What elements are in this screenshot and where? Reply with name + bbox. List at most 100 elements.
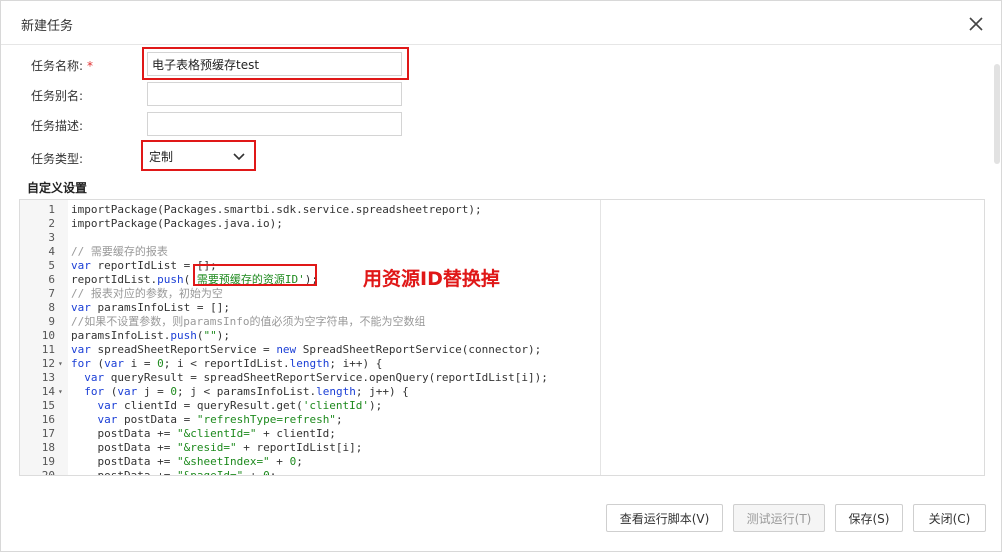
code-line[interactable]: 18 postData += "&resid=" + reportIdList[… bbox=[20, 441, 980, 455]
code-line[interactable]: 3 bbox=[20, 231, 980, 245]
code-token: + reportIdList[i]; bbox=[236, 441, 363, 454]
code-text: // 报表对应的参数，初始为空 bbox=[71, 287, 223, 301]
code-text: for (var j = 0; j < paramsInfoList.lengt… bbox=[71, 385, 409, 399]
code-token: var bbox=[71, 343, 91, 356]
code-token: paramsInfoList = []; bbox=[90, 301, 230, 314]
code-token: SpreadSheetReportService(connector); bbox=[296, 343, 542, 356]
task-alias-input[interactable] bbox=[147, 82, 402, 106]
code-line[interactable]: 11 var spreadSheetReportService = new Spr… bbox=[20, 343, 980, 357]
scrollbar-thumb[interactable] bbox=[994, 64, 1000, 164]
code-line[interactable]: 7 // 报表对应的参数，初始为空 bbox=[20, 287, 980, 301]
close-icon[interactable] bbox=[963, 11, 989, 37]
view-script-button[interactable]: 查看运行脚本(V) bbox=[606, 504, 723, 532]
code-token: ; bbox=[335, 413, 343, 426]
code-line[interactable]: 13 var queryResult = spreadSheetReportSe… bbox=[20, 371, 980, 385]
line-number: 5 bbox=[48, 259, 55, 272]
chevron-down-icon bbox=[233, 150, 245, 164]
code-token: ; j++) { bbox=[355, 385, 409, 398]
fold-arrow-icon[interactable]: ▾ bbox=[58, 357, 63, 371]
code-token: ); bbox=[369, 399, 383, 412]
code-line[interactable]: 12 ▾ for (var i = 0; i < reportIdList.leng… bbox=[20, 357, 980, 371]
task-name-input[interactable] bbox=[147, 52, 402, 76]
code-token: ; bbox=[269, 469, 277, 476]
code-token: push bbox=[170, 329, 197, 342]
code-token: ; j < paramsInfoList. bbox=[177, 385, 317, 398]
code-text: var paramsInfoList = []; bbox=[71, 301, 230, 315]
code-token: ( bbox=[104, 385, 118, 398]
code-token: "&clientId=" bbox=[176, 427, 257, 440]
code-line[interactable]: 2 importPackage(Packages.java.io); bbox=[20, 217, 980, 231]
line-number: 13 bbox=[41, 371, 55, 384]
line-number: 16 bbox=[41, 413, 55, 426]
code-line[interactable]: 17 postData += "&clientId=" + clientId; bbox=[20, 427, 980, 441]
code-text: var spreadSheetReportService = new Sprea… bbox=[71, 343, 541, 357]
code-token: ); bbox=[216, 329, 230, 342]
code-token: ; bbox=[296, 455, 303, 468]
line-number: 20 bbox=[41, 469, 55, 476]
code-line[interactable]: 8 var paramsInfoList = []; bbox=[20, 301, 980, 315]
required-mark: * bbox=[87, 59, 94, 73]
code-token: + bbox=[269, 455, 290, 468]
code-token: for bbox=[84, 385, 105, 398]
code-line[interactable]: 1 importPackage(Packages.smartbi.sdk.serv… bbox=[20, 203, 980, 217]
code-token: var bbox=[104, 357, 124, 370]
code-line[interactable]: 20 postData += "&pageId=" + 0; bbox=[20, 469, 980, 476]
line-number: 12 bbox=[41, 357, 55, 370]
line-number: 3 bbox=[48, 231, 55, 244]
code-line[interactable]: 15 var clientId = queryResult.get('clien… bbox=[20, 399, 980, 413]
fold-arrow-icon[interactable]: ▾ bbox=[58, 385, 63, 399]
code-token: var bbox=[84, 371, 105, 384]
code-line[interactable]: 4 // 需要缓存的报表 bbox=[20, 245, 980, 259]
code-token: ( bbox=[90, 357, 105, 370]
code-text: var clientId = queryResult.get('clientId… bbox=[71, 399, 383, 413]
line-number: 14 bbox=[41, 385, 55, 398]
code-token: queryResult = spreadSheetReportService.o… bbox=[104, 371, 548, 384]
code-line[interactable]: 6 reportIdList.push('需要预缓存的资源ID'); bbox=[20, 273, 980, 287]
line-number: 8 bbox=[48, 301, 55, 314]
code-token: // 报表对应的参数，初始为空 bbox=[71, 287, 223, 300]
code-editor[interactable]: 1 importPackage(Packages.smartbi.sdk.serv… bbox=[19, 199, 985, 476]
code-line[interactable]: 10 paramsInfoList.push(""); bbox=[20, 329, 980, 343]
line-number: 9 bbox=[48, 315, 55, 328]
code-line[interactable]: 5 var reportIdList = []; bbox=[20, 259, 980, 273]
code-text: var queryResult = spreadSheetReportServi… bbox=[71, 371, 548, 385]
test-run-button[interactable]: 测试运行(T) bbox=[733, 504, 825, 532]
code-token: postData += bbox=[71, 441, 177, 454]
code-token: length bbox=[316, 385, 356, 398]
line-number: 18 bbox=[41, 441, 55, 454]
vertical-scrollbar[interactable] bbox=[991, 46, 1001, 466]
line-number: 7 bbox=[48, 287, 55, 300]
code-token: "&sheetIndex=" bbox=[176, 455, 270, 468]
line-number: 10 bbox=[41, 329, 55, 342]
task-name-label-text: 任务名称: bbox=[31, 59, 84, 73]
code-token: new bbox=[276, 343, 297, 356]
code-token: 0 bbox=[263, 469, 270, 476]
resource-id-highlight-box bbox=[193, 264, 317, 286]
code-token: postData += bbox=[71, 469, 177, 476]
code-line[interactable]: 14 ▾ for (var j = 0; j < paramsInfoList.l… bbox=[20, 385, 980, 399]
line-number: 2 bbox=[48, 217, 55, 230]
code-line[interactable]: 19 postData += "&sheetIndex=" + 0; bbox=[20, 455, 980, 469]
code-line[interactable]: 16 var postData = "refreshType=refresh"; bbox=[20, 413, 980, 427]
task-type-select[interactable]: 定制 bbox=[145, 145, 251, 167]
code-text: postData += "&pageId=" + 0; bbox=[71, 469, 277, 476]
custom-settings-title: 自定义设置 bbox=[27, 181, 88, 195]
code-text: postData += "&sheetIndex=" + 0; bbox=[71, 455, 303, 469]
code-text: importPackage(Packages.smartbi.sdk.servi… bbox=[71, 203, 482, 217]
code-token: var bbox=[97, 399, 118, 412]
close-button[interactable]: 关闭(C) bbox=[913, 504, 986, 532]
task-desc-input[interactable] bbox=[147, 112, 402, 136]
code-token: //如果不设置参数，则paramsInfo的值必须为空字符串，不能为空数组 bbox=[71, 315, 426, 328]
code-line[interactable]: 9 //如果不设置参数，则paramsInfo的值必须为空字符串，不能为空数组 bbox=[20, 315, 980, 329]
code-token: var bbox=[117, 385, 138, 398]
code-text: var postData = "refreshType=refresh"; bbox=[71, 413, 343, 427]
code-token: "&pageId=" bbox=[176, 469, 244, 476]
save-button[interactable]: 保存(S) bbox=[835, 504, 903, 532]
code-token: push bbox=[157, 273, 184, 286]
new-task-dialog: 新建任务 任务名称:* 任务别名: 任务描述: 任务类型: 定制 自定义设置 1… bbox=[0, 0, 1002, 552]
line-number: 4 bbox=[48, 245, 55, 258]
code-token: 'clientId' bbox=[302, 399, 370, 412]
